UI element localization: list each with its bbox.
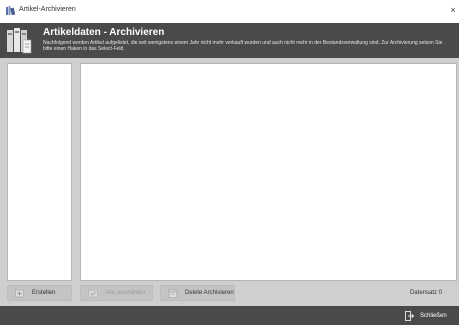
close-button-label: Schließen — [420, 313, 447, 319]
footer-bar: Schließen — [0, 306, 459, 325]
delete-archive-button[interactable]: Delete Archivieren — [160, 285, 235, 301]
select-all-button-label: Alle auswählen — [105, 290, 146, 296]
create-button-label: Erstellen — [32, 290, 56, 296]
create-button[interactable]: Erstellen — [7, 285, 72, 301]
delete-archive-button-label: Delete Archivieren — [185, 290, 234, 296]
window-close-button[interactable]: × — [448, 4, 458, 16]
close-button[interactable]: Schließen — [405, 310, 447, 322]
header-banner: Artikeldaten - Archivieren Nachfolgend w… — [0, 23, 459, 58]
archive-books-icon — [7, 28, 32, 54]
window-titlebar: Artikel-Archivieren × — [0, 0, 459, 23]
books-icon — [6, 6, 15, 15]
create-icon — [15, 289, 24, 297]
archive-icon — [168, 289, 178, 298]
record-count-label: Datensatz 0 — [410, 290, 443, 296]
left-list-panel[interactable] — [7, 63, 72, 281]
select-all-button[interactable]: Alle auswählen — [80, 285, 153, 301]
page-title: Artikeldaten - Archivieren — [43, 27, 165, 38]
article-grid-panel[interactable] — [80, 63, 457, 281]
main-area: Erstellen Alle auswählen Delete Archivie… — [0, 58, 459, 306]
select-all-icon — [88, 289, 98, 297]
window-title: Artikel-Archivieren — [19, 6, 76, 13]
exit-door-icon — [405, 311, 414, 321]
page-description: Nachfolgend werden Artikel aufgelistet, … — [43, 40, 443, 52]
